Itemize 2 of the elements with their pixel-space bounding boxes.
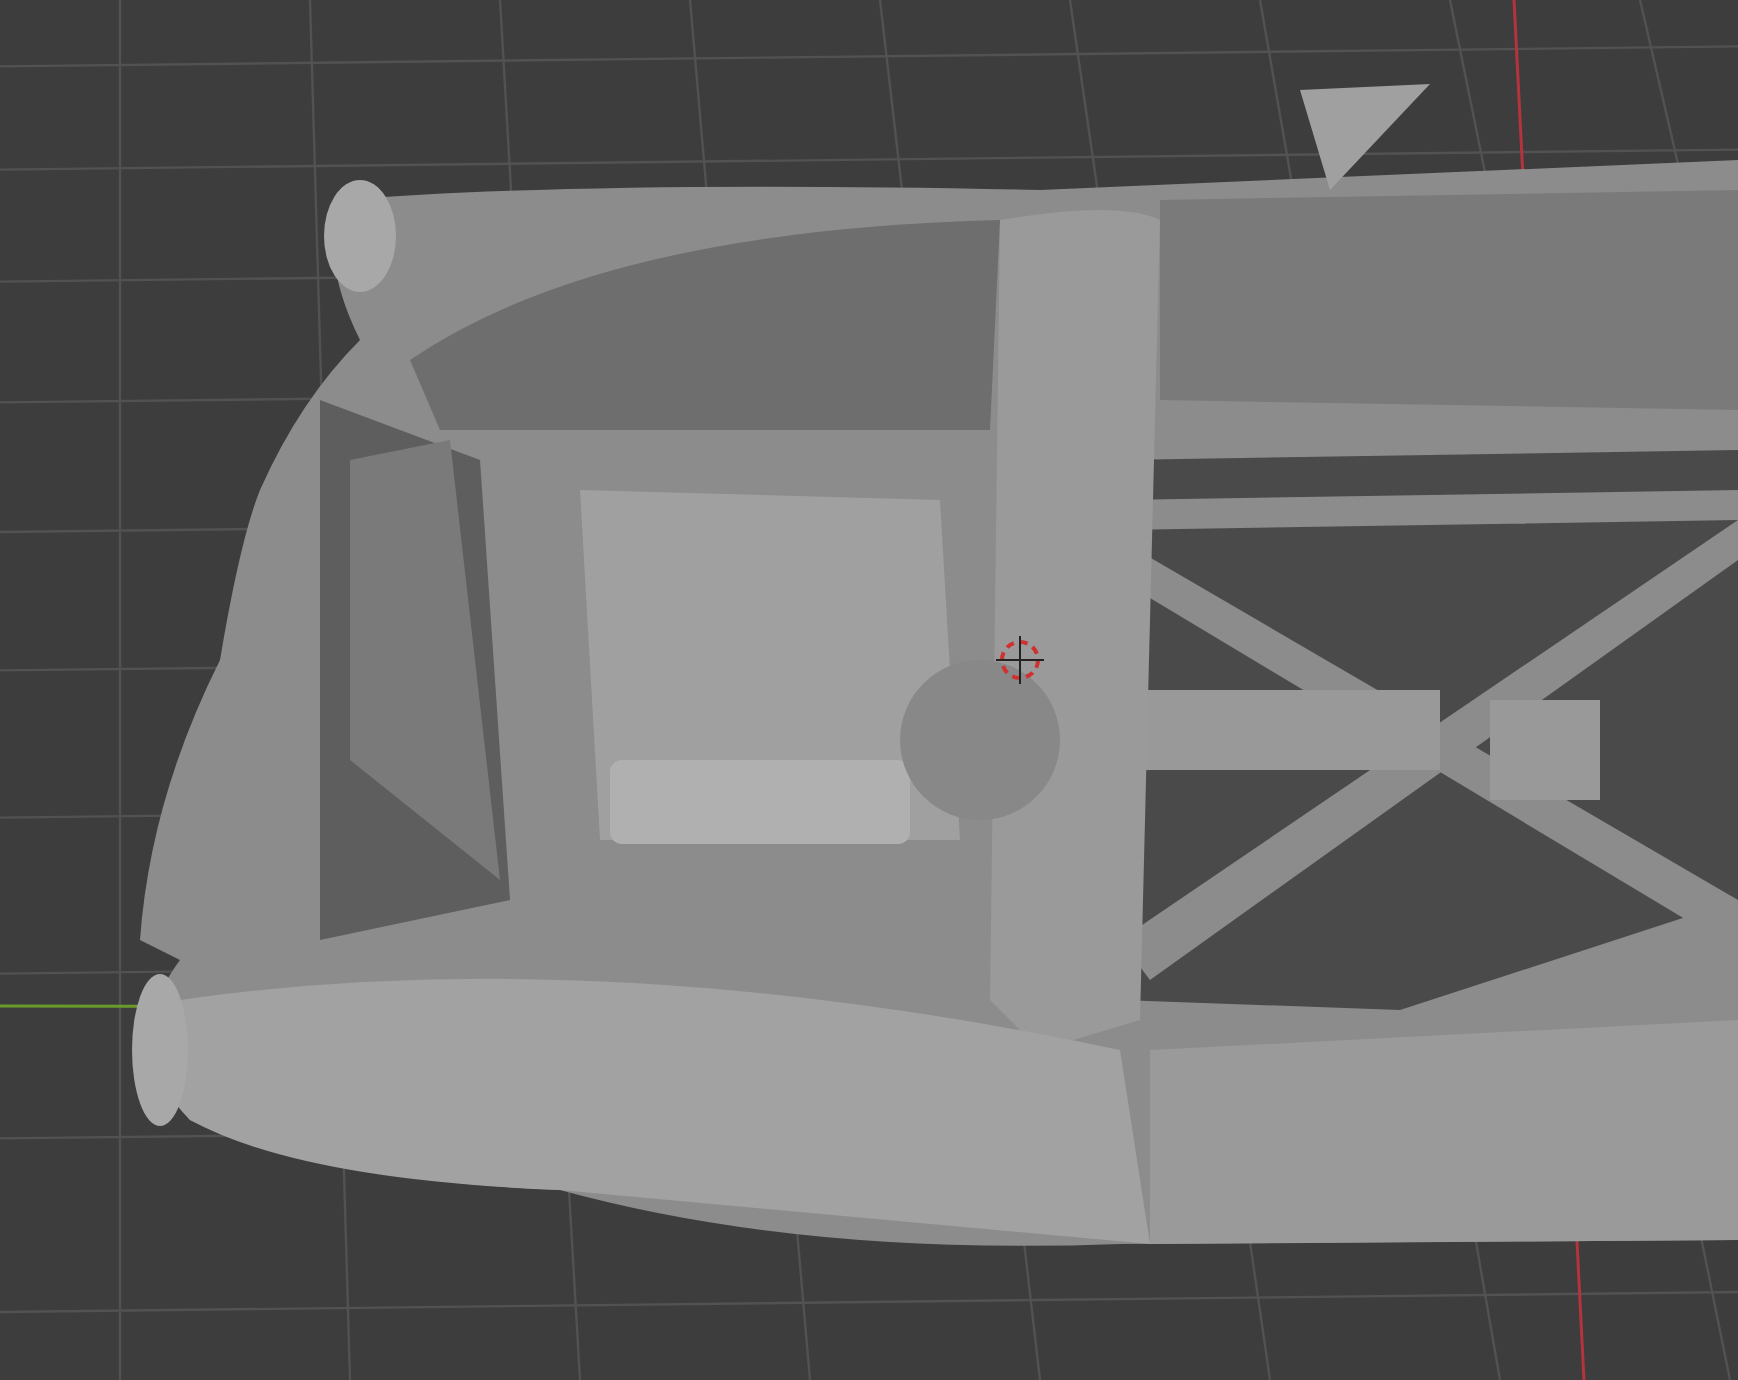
3d-cursor-icon[interactable] [995, 635, 1045, 685]
3d-viewport[interactable] [0, 0, 1738, 1380]
